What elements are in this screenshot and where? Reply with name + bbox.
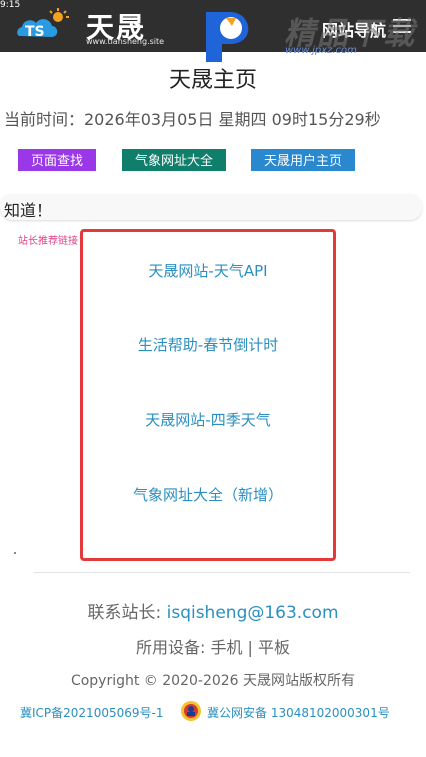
recommend-label: 站长推荐链接 [18,236,78,247]
link-weather-sites-new[interactable]: 气象网址大全（新增） [80,484,336,505]
contact-label: 联系站长: [87,603,167,623]
link-weather-api[interactable]: 天晟网站-天气API [80,260,336,281]
contact-email-link[interactable]: isqisheng@163.com [167,603,339,623]
weather-sites-button[interactable]: 气象网址大全 [122,149,226,171]
icp-link[interactable]: 冀ICP备2021005069号-1 [20,704,163,721]
logo-domain: www.tiansheng.site [86,37,165,46]
notice-text: 知道！ [4,201,53,220]
gongan-link[interactable]: 冀公网安备 13048102000301号 [207,704,390,721]
notice-bar [0,194,422,220]
footer-divider [34,572,410,573]
user-home-button[interactable]: 天晟用户主页 [251,149,355,171]
contact-line: 联系站长: isqisheng@163.com [0,598,426,623]
link-spring-countdown[interactable]: 生活帮助-春节倒计时 [80,334,336,355]
page-title: 天晟主页 [168,68,257,93]
device-text: 所用设备: 手机 | 平板 [135,638,291,657]
police-badge-icon [181,701,201,721]
link-season-weather[interactable]: 天晟网站-四季天气 [80,409,336,430]
svg-text:TS: TS [25,24,45,40]
copyright-text: Copyright © 2020-2026 天晟网站版权所有 [70,673,356,689]
page-search-button[interactable]: 页面查找 [18,149,96,171]
watermark-url: www.jpxz.com [285,45,357,56]
current-time: 当前时间：2026年03月05日 星期四 09时15分29秒 [4,110,381,129]
watermark-p-icon [206,12,249,62]
decorative-dot [14,552,16,554]
